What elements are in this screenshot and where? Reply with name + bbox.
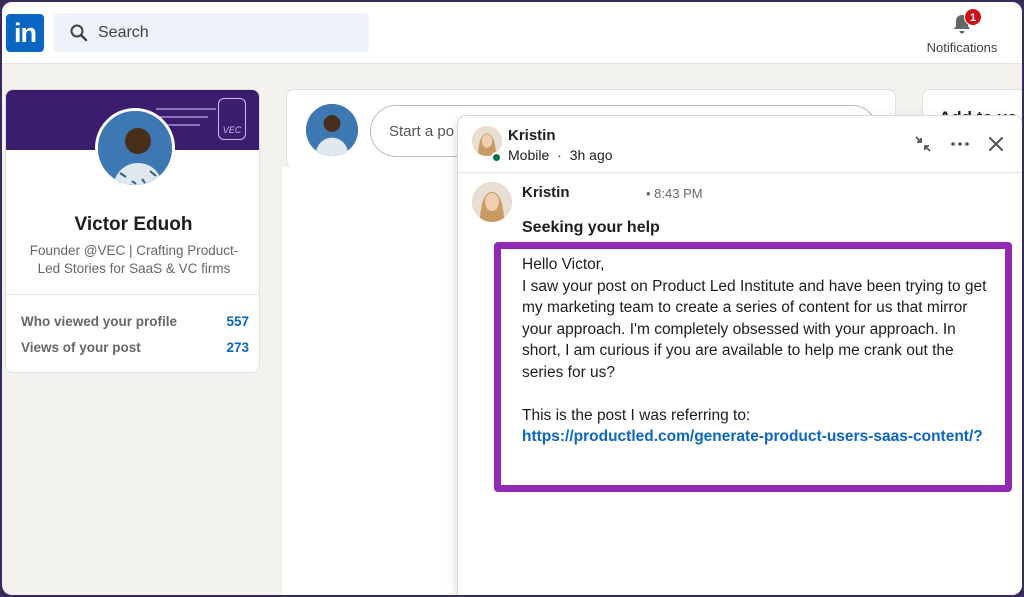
message-window: Kristin Mobile · 3h ago Kristin • 8:43 P…: [458, 116, 1022, 595]
profile-card: VEC Victor Eduoh Founder @VEC | Crafting…: [5, 89, 260, 373]
sender-avatar[interactable]: [472, 182, 512, 222]
person-avatar-icon: [306, 104, 358, 156]
post-link[interactable]: https://productled.com/generate-product-…: [522, 428, 983, 445]
stat-post-views[interactable]: Views of your post 273: [21, 340, 249, 355]
more-options-icon[interactable]: [948, 132, 972, 156]
separator-dot: ·: [557, 147, 562, 163]
banner-text-line: [156, 108, 216, 110]
person-avatar-icon: [472, 182, 512, 222]
reference-text: This is the post I was referring to:: [522, 406, 751, 424]
person-avatar-icon: [98, 111, 172, 185]
stat-label: Who viewed your profile: [21, 314, 178, 329]
status-time: 3h ago: [569, 147, 613, 163]
divider: [6, 294, 259, 295]
share-avatar[interactable]: [306, 104, 358, 156]
feed-area: [282, 167, 457, 595]
profile-avatar[interactable]: [95, 108, 175, 188]
message-time: • 8:43 PM: [646, 186, 703, 201]
stat-label: Views of your post: [21, 340, 141, 355]
contact-status: Mobile · 3h ago: [508, 147, 613, 163]
message-greeting: Hello Victor,: [522, 256, 605, 273]
message-subject: Seeking your help: [522, 219, 660, 236]
status-text: Mobile: [508, 147, 550, 163]
notification-badge: 1: [964, 8, 982, 26]
linkedin-logo[interactable]: in: [6, 14, 44, 52]
top-nav: in Search 1 Notifications: [2, 2, 1022, 64]
minimize-icon[interactable]: [911, 132, 935, 156]
notifications-label: Notifications: [926, 40, 998, 55]
message-paragraph: I saw your post on Product Led Institute…: [522, 277, 987, 381]
message-body: Hello Victor, I saw your post on Product…: [522, 254, 992, 448]
stat-value: 557: [226, 314, 249, 329]
message-header[interactable]: Kristin Mobile · 3h ago: [458, 116, 1022, 173]
contact-name[interactable]: Kristin: [508, 127, 556, 144]
search-input[interactable]: Search: [98, 24, 149, 42]
notifications-button[interactable]: 1 Notifications: [916, 6, 1008, 60]
profile-headline: Founder @VEC | Crafting Product-Led Stor…: [29, 243, 239, 276]
search-icon: [70, 24, 88, 42]
close-icon[interactable]: [984, 132, 1008, 156]
banner-text-line: [156, 116, 208, 118]
stat-value: 273: [226, 340, 249, 355]
message-reference: This is the post I was referring to: htt…: [522, 405, 992, 448]
profile-name[interactable]: Victor Eduoh: [6, 214, 259, 236]
app-frame: in Search 1 Notifications VEC Victor Edu…: [2, 2, 1022, 595]
vec-logo: VEC: [218, 98, 246, 140]
stat-profile-viewers[interactable]: Who viewed your profile 557: [21, 314, 249, 329]
sender-name[interactable]: Kristin: [522, 184, 570, 201]
search-bar[interactable]: Search: [53, 13, 369, 52]
online-status-icon: [491, 152, 502, 163]
